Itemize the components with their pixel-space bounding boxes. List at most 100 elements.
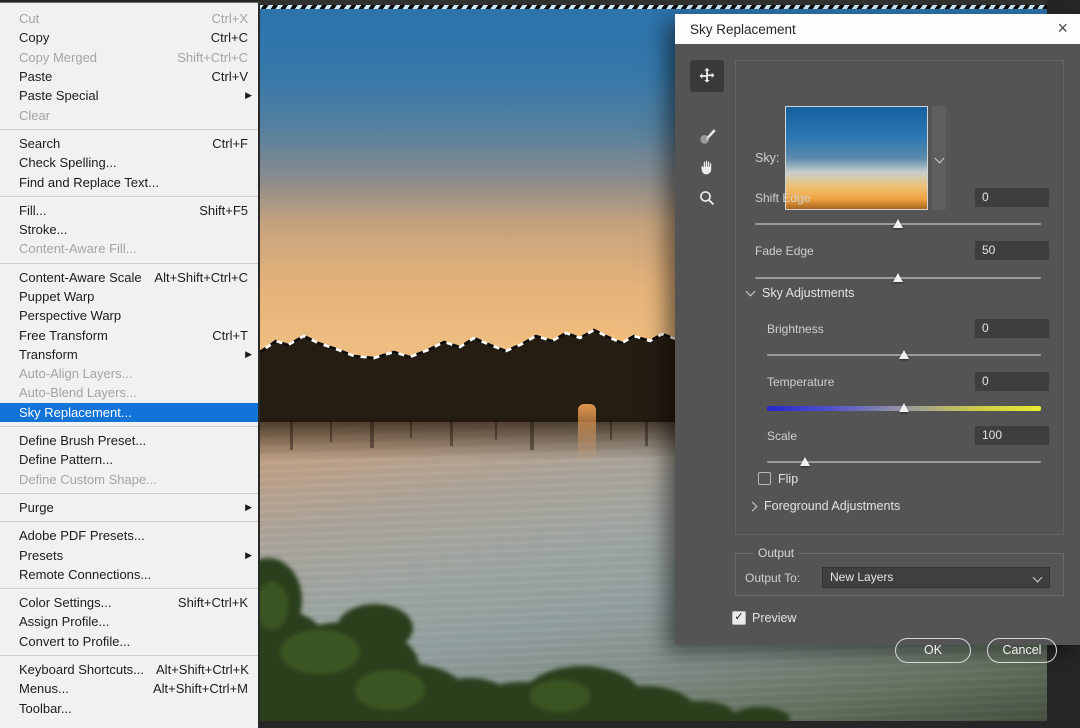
menu-item-paste-special[interactable]: Paste Special▶ — [0, 86, 258, 105]
menu-item-menus[interactable]: Menus...Alt+Shift+Ctrl+M — [0, 679, 258, 698]
output-to-label: Output To: — [745, 571, 800, 585]
fade-edge-value[interactable]: 50 — [975, 241, 1049, 260]
slider-thumb[interactable] — [800, 457, 810, 466]
menu-item-label: Search — [19, 136, 60, 151]
menu-item-shortcut: Ctrl+C — [211, 30, 248, 45]
flip-checkbox[interactable] — [758, 472, 771, 485]
dialog-titlebar[interactable]: Sky Replacement × — [675, 14, 1080, 44]
brightness-slider[interactable] — [767, 348, 1041, 362]
menu-item-paste[interactable]: PasteCtrl+V — [0, 67, 258, 86]
slider-thumb[interactable] — [899, 403, 909, 412]
menu-separator — [0, 426, 258, 427]
temperature-slider[interactable] — [767, 401, 1041, 415]
slider-thumb[interactable] — [899, 350, 909, 359]
sky-preset-dropdown[interactable] — [932, 106, 946, 210]
foreground-adjustments-header[interactable]: Foreground Adjustments — [749, 499, 900, 513]
menu-item-clear[interactable]: Clear — [0, 105, 258, 124]
sky-brush-tool-button[interactable] — [690, 120, 724, 152]
slider-thumb[interactable] — [893, 273, 903, 282]
cancel-button[interactable]: Cancel — [987, 638, 1057, 663]
menu-item-label: Stroke... — [19, 222, 67, 237]
menu-item-label: Copy — [19, 30, 49, 45]
menu-item-color-settings[interactable]: Color Settings... Shift+Ctrl+K — [0, 593, 258, 612]
menu-item-content-aware-scale[interactable]: Content-Aware ScaleAlt+Shift+Ctrl+C — [0, 268, 258, 287]
chevron-down-icon — [746, 287, 756, 297]
menu-separator — [0, 129, 258, 130]
menu-item-label: Clear — [19, 108, 50, 123]
move-icon — [698, 67, 716, 85]
menu-item-label: Menus... — [19, 681, 69, 696]
menu-item-shortcut: Ctrl+F — [212, 136, 248, 151]
menu-item-stroke[interactable]: Stroke... — [0, 220, 258, 239]
menu-item-shortcut: Ctrl+X — [212, 11, 248, 26]
menu-item-label: Transform — [19, 347, 78, 362]
menu-item-label: Toolbar... — [19, 701, 72, 716]
menu-separator — [0, 196, 258, 197]
menu-item-sky-replacement[interactable]: Sky Replacement... — [0, 403, 258, 422]
preview-checkbox[interactable]: ✓ — [732, 611, 746, 625]
chevron-down-icon — [1033, 573, 1043, 583]
menu-item-shortcut: Shift+Ctrl+K — [178, 595, 248, 610]
menu-item-cut[interactable]: CutCtrl+X — [0, 9, 258, 28]
fade-edge-slider[interactable] — [755, 271, 1041, 285]
menu-item-search[interactable]: Search Ctrl+F — [0, 134, 258, 153]
menu-item-label: Assign Profile... — [19, 614, 109, 629]
output-to-dropdown[interactable]: New Layers — [822, 567, 1050, 588]
menu-item-label: Find and Replace Text... — [19, 175, 159, 190]
menu-item-shortcut: Ctrl+T — [212, 328, 248, 343]
output-to-value: New Layers — [830, 570, 893, 584]
menu-item-define-custom-shape[interactable]: Define Custom Shape... — [0, 470, 258, 489]
menu-item-perspective-warp[interactable]: Perspective Warp — [0, 306, 258, 325]
hand-tool-button[interactable] — [690, 151, 724, 183]
zoom-tool-button[interactable] — [690, 182, 724, 214]
menu-item-check-spelling[interactable]: Check Spelling... — [0, 153, 258, 172]
submenu-arrow-icon: ▶ — [245, 502, 252, 513]
menu-separator — [0, 521, 258, 522]
menu-item-label: Paste — [19, 69, 52, 84]
scale-value[interactable]: 100 — [975, 426, 1049, 445]
menu-separator — [0, 588, 258, 589]
menu-item-find-replace[interactable]: Find and Replace Text... — [0, 172, 258, 191]
menu-item-puppet-warp[interactable]: Puppet Warp — [0, 287, 258, 306]
sky-adjustments-header[interactable]: Sky Adjustments — [747, 286, 854, 300]
sky-label: Sky: — [755, 151, 779, 165]
menu-item-toolbar[interactable]: Toolbar... — [0, 699, 258, 718]
ok-button[interactable]: OK — [895, 638, 971, 663]
menu-item-label: Remote Connections... — [19, 567, 151, 582]
menu-item-remote-connections[interactable]: Remote Connections... — [0, 565, 258, 584]
menu-item-auto-align-layers[interactable]: Auto-Align Layers... — [0, 364, 258, 383]
menu-item-adobe-pdf-presets[interactable]: Adobe PDF Presets... — [0, 526, 258, 545]
menu-item-fill[interactable]: Fill...Shift+F5 — [0, 201, 258, 220]
close-icon[interactable]: × — [1057, 18, 1068, 39]
hand-icon — [698, 158, 716, 176]
menu-item-convert-to-profile[interactable]: Convert to Profile... — [0, 632, 258, 651]
menu-item-auto-blend-layers[interactable]: Auto-Blend Layers... — [0, 383, 258, 402]
menu-item-content-aware-fill[interactable]: Content-Aware Fill... — [0, 239, 258, 258]
temperature-value[interactable]: 0 — [975, 372, 1049, 391]
sky-adjustments-header-label: Sky Adjustments — [762, 286, 854, 300]
menu-item-keyboard-shortcuts[interactable]: Keyboard Shortcuts...Alt+Shift+Ctrl+K — [0, 660, 258, 679]
move-tool-button[interactable] — [690, 60, 724, 92]
brightness-value[interactable]: 0 — [975, 319, 1049, 338]
scale-slider[interactable] — [767, 455, 1041, 469]
edit-menu: CutCtrl+X CopyCtrl+C Copy MergedShift+Ct… — [0, 2, 260, 728]
menu-item-copy[interactable]: Copy Ctrl+C — [0, 28, 258, 47]
menu-item-transform[interactable]: Transform ▶ — [0, 345, 258, 364]
shift-edge-slider[interactable] — [755, 217, 1041, 231]
menu-item-label: Adobe PDF Presets... — [19, 528, 145, 543]
shift-edge-value[interactable]: 0 — [975, 188, 1049, 207]
menu-item-free-transform[interactable]: Free TransformCtrl+T — [0, 325, 258, 344]
menu-item-define-brush-preset[interactable]: Define Brush Preset... — [0, 431, 258, 450]
menu-item-presets[interactable]: Presets▶ — [0, 545, 258, 564]
menu-item-define-pattern[interactable]: Define Pattern... — [0, 450, 258, 469]
menu-item-copy-merged[interactable]: Copy MergedShift+Ctrl+C — [0, 48, 258, 67]
slider-thumb[interactable] — [893, 219, 903, 228]
menu-item-label: Define Pattern... — [19, 452, 113, 467]
menu-item-assign-profile[interactable]: Assign Profile... — [0, 612, 258, 631]
menu-separator — [0, 655, 258, 656]
menu-item-label: Copy Merged — [19, 50, 97, 65]
menu-item-purge[interactable]: Purge▶ — [0, 498, 258, 517]
menu-item-label: Color Settings... — [19, 595, 112, 610]
submenu-arrow-icon: ▶ — [245, 349, 252, 360]
selection-ants-top — [260, 5, 1047, 9]
